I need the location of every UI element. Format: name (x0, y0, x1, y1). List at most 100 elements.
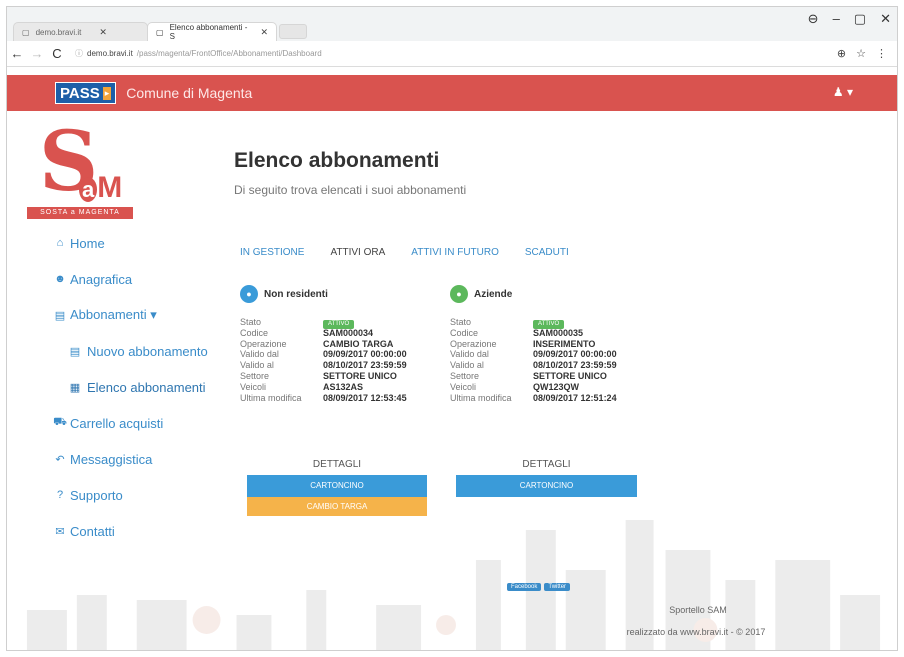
window-controls: ⊖ – ▢ ✕ (808, 11, 891, 27)
url-path: /pass/magenta/FrontOffice/Abbonamenti/Da… (136, 49, 322, 58)
detail-row: Ultima modifica 08/09/2017 12:51:24 (450, 392, 617, 403)
new-tab-button[interactable] (279, 24, 307, 39)
card-actions: DETTAGLI CARTONCINO (456, 459, 637, 497)
subscription-type-icon: ● (240, 285, 258, 303)
minimize-button[interactable]: – (833, 11, 840, 27)
card-header: ● Aziende (450, 285, 640, 303)
url-field[interactable]: ⓘ demo.bravi.it/pass/magenta/FrontOffice… (75, 45, 837, 63)
browser-tab-label: demo.bravi.it (35, 27, 82, 37)
card-title: Non residenti (264, 288, 328, 300)
tab-strip: ▢ demo.bravi.it ✕ ▢ Elenco abbonamenti -… (7, 7, 897, 41)
tab-attivi-in-futuro[interactable]: ATTIVI IN FUTURO (411, 247, 499, 258)
tab-in-gestione[interactable]: IN GESTIONE (240, 247, 304, 258)
social-links: Facebook Twitter (507, 583, 571, 591)
cart-icon: ⛟ (53, 416, 67, 428)
footer-name: Sportello SAM (669, 605, 727, 615)
page-title: Elenco abbonamenti (234, 149, 440, 172)
subscription-card: ● Non residenti Stato ATTIVO Codice SAM000… (240, 285, 425, 403)
zoom-icon[interactable]: ⊕ (837, 47, 846, 60)
reply-icon: ↶ (55, 453, 65, 466)
footer-credit: realizzato da www.bravi.it - © 2017 (626, 627, 766, 637)
sidebar-item-nuovo-abbonamento[interactable]: ▤ Nuovo abbonamento (7, 333, 219, 369)
sidebar-item-elenco-abbonamenti[interactable]: ▦ Elenco abbonamenti (7, 369, 219, 405)
new-card-icon: ▤ (69, 345, 81, 358)
user-menu-button[interactable]: ♟ ▾ (833, 85, 853, 99)
sidebar-item-carrello[interactable]: ⛟ Carrello acquisti (7, 405, 219, 441)
detail-row: Ultima modifica 08/09/2017 12:53:45 (240, 392, 407, 403)
detail-row: Stato ATTIVO (240, 317, 425, 329)
browser-window: ▢ demo.bravi.it ✕ ▢ Elenco abbonamenti -… (6, 6, 898, 651)
subscription-tabs: IN GESTIONE ATTIVI ORA ATTIVI IN FUTURO … (240, 247, 595, 258)
info-icon: ⓘ (75, 49, 83, 58)
detail-row: Stato ATTIVO (450, 317, 640, 329)
sidebar-item-home[interactable]: ⌂ Home (7, 225, 219, 261)
sidebar-item-label: Carrello acquisti (70, 415, 164, 431)
card-title: Aziende (474, 288, 513, 300)
users-icon: ☻ (54, 273, 66, 285)
tab-attivi-ora[interactable]: ATTIVI ORA (330, 247, 385, 258)
list-icon: ▦ (69, 381, 81, 394)
facebook-link[interactable]: Facebook (507, 583, 542, 591)
reload-icon[interactable]: C (47, 46, 67, 61)
sidebar-item-label: Elenco abbonamenti (87, 379, 206, 395)
cartoncino-button[interactable]: CARTONCINO (247, 475, 427, 497)
pass-logo-text: PASS (60, 84, 100, 102)
account-icon[interactable]: ⊖ (808, 11, 819, 27)
page-icon: ▢ (156, 27, 164, 37)
detail-row: Settore SETTORE UNICO (450, 370, 607, 381)
app-header: PASS ▸ Comune di Magenta ♟ ▾ (7, 75, 897, 111)
sidebar-item-abbonamenti[interactable]: ▤ Abbonamenti ▾ (7, 297, 219, 333)
url-host: demo.bravi.it (87, 49, 133, 58)
pass-logo[interactable]: PASS ▸ (55, 82, 117, 104)
detail-row: Operazione INSERIMENTO (450, 338, 596, 349)
subscription-type-icon: ● (450, 285, 468, 303)
sidebar-item-label: Nuovo abbonamento (87, 343, 208, 359)
page-subtitle: Di seguito trova elencati i suoi abbonam… (234, 183, 467, 197)
sidebar-item-label: Abbonamenti ▾ (70, 307, 157, 322)
detail-row: Codice SAM000034 (240, 327, 374, 338)
details-button[interactable]: DETTAGLI (247, 459, 427, 475)
details-button[interactable]: DETTAGLI (456, 459, 637, 475)
cartoncino-button[interactable]: CARTONCINO (456, 475, 637, 497)
address-bar-row: ← → C ⓘ demo.bravi.it/pass/magenta/Front… (7, 41, 897, 67)
card-icon: ▤ (54, 309, 66, 322)
detail-row: Valido al 08/10/2017 23:59:59 (450, 360, 617, 371)
detail-row: Valido al 08/10/2017 23:59:59 (240, 360, 407, 371)
sidebar-item-messaggistica[interactable]: ↶ Messaggistica (7, 441, 219, 477)
detail-row: Valido dal 09/09/2017 00:00:00 (240, 349, 407, 360)
detail-row: Operazione CAMBIO TARGA (240, 338, 394, 349)
card-header: ● Non residenti (240, 285, 425, 303)
arrow-icon: ▸ (102, 86, 112, 100)
home-icon: ⌂ (56, 237, 64, 249)
detail-row: Codice SAM000035 (450, 327, 584, 338)
close-window-button[interactable]: ✕ (880, 11, 891, 27)
page-icon: ▢ (22, 27, 30, 37)
star-icon[interactable]: ☆ (856, 47, 866, 60)
detail-row: Veicoli AS132AS (240, 381, 364, 392)
close-tab-icon[interactable]: ✕ (260, 27, 268, 38)
logo-letters-am: aM (79, 171, 122, 205)
card-details: Stato ATTIVO Codice SAM000035 Operazione IN… (450, 317, 640, 403)
maximize-button[interactable]: ▢ (854, 11, 866, 27)
detail-row: Valido dal 09/09/2017 00:00:00 (450, 349, 617, 360)
browser-tab-label: Elenco abbonamenti - S (169, 23, 248, 41)
card-details: Stato ATTIVO Codice SAM000034 Operazione CA… (240, 317, 425, 403)
sidebar-item-label: Anagrafica (70, 271, 133, 287)
subscription-card: ● Aziende Stato ATTIVO Codice SAM000035 Op… (450, 285, 640, 403)
detail-row: Settore SETTORE UNICO (240, 370, 397, 381)
sidebar-item-label: Messaggistica (70, 451, 153, 467)
back-icon[interactable]: ← (7, 46, 27, 61)
app-title: Comune di Magenta (126, 85, 253, 101)
logo-tagline: SOSTA a MAGENTA (27, 207, 133, 219)
sidebar-item-label: Home (70, 235, 105, 251)
twitter-link[interactable]: Twitter (544, 583, 571, 591)
tab-scaduti[interactable]: SCADUTI (525, 247, 569, 258)
sidebar-item-anagrafica[interactable]: ☻ Anagrafica (7, 261, 219, 297)
detail-row: Veicoli QW123QW (450, 381, 580, 392)
browser-tab-2[interactable]: ▢ Elenco abbonamenti - S ✕ (147, 22, 277, 41)
forward-icon[interactable]: → (27, 46, 47, 61)
close-tab-icon[interactable]: ✕ (99, 27, 107, 38)
browser-tab-1[interactable]: ▢ demo.bravi.it ✕ (13, 22, 148, 41)
menu-icon[interactable]: ⋮ (876, 47, 887, 60)
sam-logo[interactable]: S aM SOSTA a MAGENTA (25, 121, 159, 223)
